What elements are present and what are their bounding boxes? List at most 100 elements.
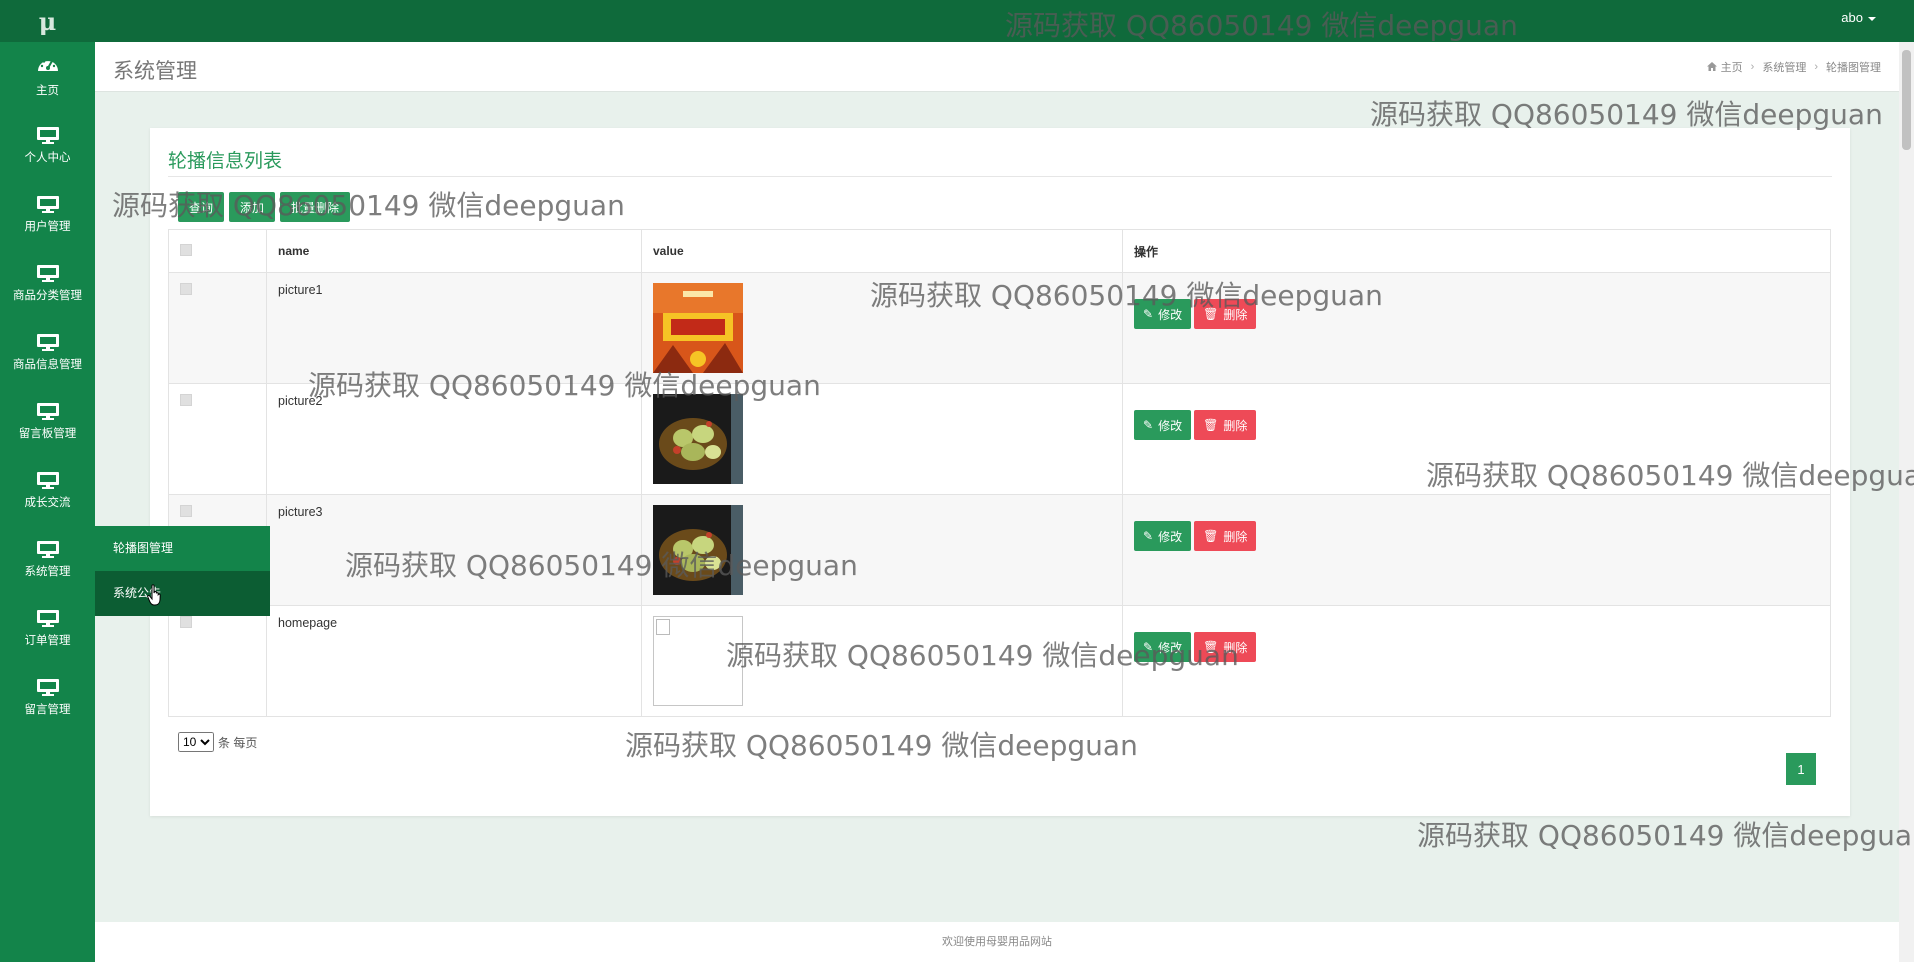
name-cell: picture2 xyxy=(266,383,642,495)
edit-icon: ✎ xyxy=(1143,529,1154,543)
top-bar: μ abo xyxy=(0,0,1914,42)
sidebar-item-system[interactable]: 系统管理 xyxy=(0,525,95,594)
food-photo-image[interactable] xyxy=(653,505,743,595)
edit-button[interactable]: ✎ 修改 xyxy=(1134,410,1192,440)
value-cell xyxy=(641,383,1123,495)
delete-button[interactable]: 🗑 删除 xyxy=(1194,410,1257,440)
sidebar-item-profile[interactable]: 个人中心 xyxy=(0,111,95,180)
carousel-table: name value 操作 picture1 ✎ 修改 🗑 删除 picture… xyxy=(168,229,1831,717)
monitor-icon xyxy=(36,678,59,696)
edit-icon: ✎ xyxy=(1143,418,1154,432)
column-header-value: value xyxy=(641,229,1123,273)
page-size-control: 10 条 每页 xyxy=(178,732,257,752)
batch-delete-button[interactable]: 批量删除 xyxy=(280,192,351,222)
row-checkbox[interactable] xyxy=(180,394,192,406)
page-title: 系统管理 xyxy=(113,60,197,83)
trash-icon: 🗑 xyxy=(1203,307,1219,321)
sidebar-item-label: 个人中心 xyxy=(24,151,71,164)
trash-icon: 🗑 xyxy=(1203,529,1219,543)
add-button[interactable]: 添加 xyxy=(229,192,276,222)
actions-cell: ✎ 修改 🗑 删除 xyxy=(1122,383,1831,495)
page-header: 系统管理 主页 › 系统管理 › 轮播图管理 xyxy=(95,42,1899,92)
actions-cell: ✎ 修改 🗑 删除 xyxy=(1122,605,1831,717)
sidebar-item-orders[interactable]: 订单管理 xyxy=(0,594,95,663)
breadcrumb-separator: › xyxy=(1814,61,1818,73)
broken-image-icon xyxy=(656,619,670,635)
delete-button[interactable]: 🗑 删除 xyxy=(1194,521,1257,551)
user-menu[interactable]: abo xyxy=(1841,10,1876,25)
sidebar-item-users[interactable]: 用户管理 xyxy=(0,180,95,249)
sidebar-item-message-board[interactable]: 留言板管理 xyxy=(0,387,95,456)
table-row: picture3 ✎ 修改 🗑 删除 xyxy=(168,494,1831,606)
watermark-text: 源码获取 QQ86050149 微信deepguan xyxy=(1417,819,1914,852)
monitor-icon xyxy=(36,609,59,627)
sidebar-item-label: 商品分类管理 xyxy=(13,289,82,302)
value-cell xyxy=(641,605,1123,717)
query-button[interactable]: 查询 xyxy=(178,192,225,222)
name-cell: picture1 xyxy=(266,272,642,384)
trash-icon: 🗑 xyxy=(1203,640,1219,654)
delete-button[interactable]: 🗑 删除 xyxy=(1194,299,1257,329)
monitor-icon xyxy=(36,264,59,282)
select-all-checkbox[interactable] xyxy=(180,243,192,256)
sidebar-item-products[interactable]: 商品信息管理 xyxy=(0,318,95,387)
sidebar-item-label: 成长交流 xyxy=(24,496,71,509)
checkbox-cell xyxy=(168,272,267,384)
sidebar-item-label: 主页 xyxy=(36,85,59,97)
pagination-page-1[interactable]: 1 xyxy=(1786,753,1816,785)
table-row: picture2 ✎ 修改 🗑 删除 xyxy=(168,383,1831,495)
checkbox-cell xyxy=(168,383,267,495)
sidebar-item-label: 商品信息管理 xyxy=(13,358,82,371)
divider xyxy=(168,176,1832,177)
scrollbar-thumb[interactable] xyxy=(1902,50,1911,150)
home-icon xyxy=(1706,62,1717,71)
food-photo-image[interactable] xyxy=(653,394,743,484)
carousel-list-card: 轮播信息列表 查询 添加 批量删除 name value 操作 picture1 xyxy=(150,128,1850,816)
breadcrumb: 主页 › 系统管理 › 轮播图管理 xyxy=(1706,59,1881,75)
name-cell: picture3 xyxy=(266,494,642,606)
page-size-suffix: 条 每页 xyxy=(218,735,258,750)
breadcrumb-home[interactable]: 主页 xyxy=(1706,59,1743,75)
edit-button[interactable]: ✎ 修改 xyxy=(1134,632,1192,662)
submenu-item-carousel[interactable]: 轮播图管理 xyxy=(95,526,270,571)
broken-image[interactable] xyxy=(653,616,743,706)
row-checkbox[interactable] xyxy=(180,616,192,628)
value-cell xyxy=(641,272,1123,384)
page-footer: 欢迎使用母婴用品网站 xyxy=(95,922,1899,962)
edit-button[interactable]: ✎ 修改 xyxy=(1134,299,1192,329)
table-row: homepage ✎ 修改 🗑 删除 xyxy=(168,605,1831,717)
table-header-row: name value 操作 xyxy=(168,229,1831,273)
name-cell: homepage xyxy=(266,605,642,717)
edit-button[interactable]: ✎ 修改 xyxy=(1134,521,1192,551)
monitor-icon xyxy=(36,471,59,489)
table-row: picture1 ✎ 修改 🗑 删除 xyxy=(168,272,1831,384)
dashboard-icon xyxy=(36,55,60,76)
column-header-actions: 操作 xyxy=(1122,229,1831,273)
row-checkbox[interactable] xyxy=(180,283,192,295)
app-logo[interactable]: μ xyxy=(0,0,95,42)
checkbox-cell xyxy=(168,605,267,717)
edit-icon: ✎ xyxy=(1143,307,1154,321)
sidebar-item-growth[interactable]: 成长交流 xyxy=(0,456,95,525)
delete-button[interactable]: 🗑 删除 xyxy=(1194,632,1257,662)
trash-icon: 🗑 xyxy=(1203,418,1219,432)
vertical-scrollbar[interactable] xyxy=(1899,42,1914,962)
monitor-icon xyxy=(36,540,59,558)
promo-poster-image[interactable] xyxy=(653,283,743,373)
sidebar: 主页 个人中心 用户管理 商品分类管理 商品信息管理 留言板管理 成长交流 系统… xyxy=(0,42,95,962)
sidebar-item-label: 留言板管理 xyxy=(18,427,77,440)
sidebar-item-label: 系统管理 xyxy=(24,565,71,578)
sidebar-item-messages[interactable]: 留言管理 xyxy=(0,663,95,732)
sidebar-item-home[interactable]: 主页 xyxy=(0,42,95,111)
edit-icon: ✎ xyxy=(1143,640,1154,654)
sidebar-item-label: 用户管理 xyxy=(24,220,71,233)
watermark-text: 源码获取 QQ86050149 微信deepguan xyxy=(1370,98,1883,131)
select-all-cell xyxy=(168,229,267,273)
page-size-select[interactable]: 10 xyxy=(178,732,214,752)
submenu-item-announcement[interactable]: 系统公告 xyxy=(95,571,270,616)
row-checkbox[interactable] xyxy=(180,505,192,517)
breadcrumb-system[interactable]: 系统管理 xyxy=(1762,59,1806,75)
breadcrumb-separator: › xyxy=(1750,61,1755,73)
monitor-icon xyxy=(36,333,59,351)
sidebar-item-categories[interactable]: 商品分类管理 xyxy=(0,249,95,318)
